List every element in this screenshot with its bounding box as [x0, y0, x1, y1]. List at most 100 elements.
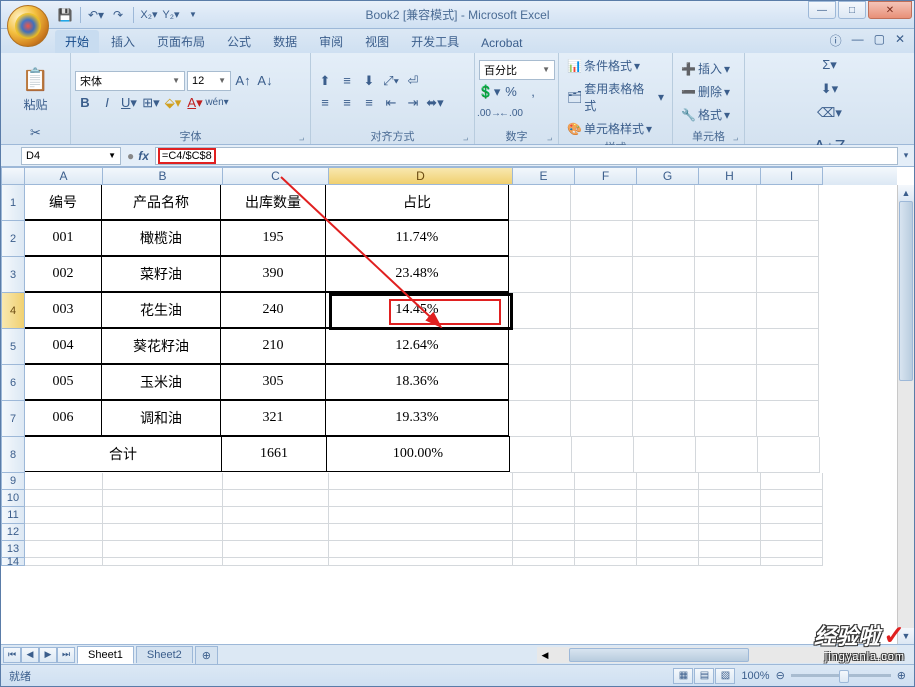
align-right-icon[interactable]: ≡	[359, 93, 379, 113]
tab-formulas[interactable]: 公式	[217, 30, 261, 53]
row-header-2[interactable]: 2	[1, 221, 25, 257]
cell-I13[interactable]	[761, 541, 823, 558]
cell-E1[interactable]	[509, 185, 571, 221]
cell-G8[interactable]	[634, 437, 696, 473]
cell-B5[interactable]: 葵花籽油	[101, 328, 221, 364]
cut-icon[interactable]: ✂	[26, 123, 46, 143]
cell-D8[interactable]: 100.00%	[326, 436, 510, 472]
cell-F10[interactable]	[575, 490, 637, 507]
cell-F4[interactable]	[571, 293, 633, 329]
cell-G6[interactable]	[633, 365, 695, 401]
cell-G1[interactable]	[633, 185, 695, 221]
cell-A12[interactable]	[25, 524, 103, 541]
ribbon-close-button[interactable]: ✕	[892, 32, 908, 49]
cell-H11[interactable]	[699, 507, 761, 524]
cell-H8[interactable]	[696, 437, 758, 473]
cell-D3[interactable]: 23.48%	[325, 256, 509, 292]
cell-E14[interactable]	[513, 558, 575, 566]
sheet-nav-prev-icon[interactable]: ◀	[21, 647, 39, 663]
cell-I8[interactable]	[758, 437, 820, 473]
office-button[interactable]	[7, 5, 49, 47]
cell-C14[interactable]	[223, 558, 329, 566]
cell-styles-button[interactable]: 🎨 单元格样式 ▾	[563, 118, 668, 139]
cell-C6[interactable]: 305	[220, 364, 326, 400]
cell-H5[interactable]	[695, 329, 757, 365]
row-header-11[interactable]: 11	[1, 507, 25, 524]
qat-item[interactable]: Y₂▾	[161, 5, 181, 25]
cell-C8[interactable]: 1661	[221, 436, 327, 472]
col-header-E[interactable]: E	[513, 167, 575, 185]
cell-F8[interactable]	[572, 437, 634, 473]
cell-D6[interactable]: 18.36%	[325, 364, 509, 400]
percent-icon[interactable]: %	[501, 82, 521, 102]
row-header-14[interactable]: 14	[1, 558, 25, 566]
format-cells-button[interactable]: 🔧 格式 ▾	[677, 104, 740, 125]
cell-C7[interactable]: 321	[220, 400, 326, 436]
ribbon-minimize-button[interactable]: —	[849, 32, 867, 49]
insert-cells-button[interactable]: ➕ 插入 ▾	[677, 58, 740, 79]
cell-G13[interactable]	[637, 541, 699, 558]
font-size-combo[interactable]: 12▼	[187, 71, 231, 91]
italic-icon[interactable]: I	[97, 93, 117, 113]
currency-icon[interactable]: 💲▾	[479, 82, 499, 102]
cell-B1[interactable]: 产品名称	[101, 184, 221, 220]
cell-B12[interactable]	[103, 524, 223, 541]
formula-input[interactable]: =C4/$C$8	[155, 147, 898, 165]
name-box[interactable]: D4▼	[21, 147, 121, 165]
border-icon[interactable]: ⊞▾	[141, 93, 161, 113]
bold-icon[interactable]: B	[75, 93, 95, 113]
cell-F14[interactable]	[575, 558, 637, 566]
expand-formula-bar-icon[interactable]: ▾	[898, 150, 914, 161]
cell-A11[interactable]	[25, 507, 103, 524]
tab-developer[interactable]: 开发工具	[401, 30, 469, 53]
minimize-button[interactable]: —	[808, 1, 836, 19]
col-header-I[interactable]: I	[761, 167, 823, 185]
cell-E7[interactable]	[509, 401, 571, 437]
cell-B6[interactable]: 玉米油	[101, 364, 221, 400]
col-header-C[interactable]: C	[223, 167, 329, 185]
cell-C3[interactable]: 390	[220, 256, 326, 292]
new-sheet-button[interactable]: ⊕	[195, 646, 218, 664]
cell-A14[interactable]	[25, 558, 103, 566]
format-as-table-button[interactable]: 🗂 套用表格格式 ▾	[563, 78, 668, 116]
cell-G10[interactable]	[637, 490, 699, 507]
grow-font-icon[interactable]: A↑	[233, 71, 253, 91]
col-header-H[interactable]: H	[699, 167, 761, 185]
cell-B13[interactable]	[103, 541, 223, 558]
align-center-icon[interactable]: ≡	[337, 93, 357, 113]
zoom-out-icon[interactable]: ⊖	[776, 669, 785, 682]
tab-review[interactable]: 审阅	[309, 30, 353, 53]
hscroll-thumb[interactable]	[569, 648, 749, 662]
sheet-nav-next-icon[interactable]: ▶	[39, 647, 57, 663]
cell-D11[interactable]	[329, 507, 513, 524]
row-header-9[interactable]: 9	[1, 473, 25, 490]
cell-D5[interactable]: 12.64%	[325, 328, 509, 364]
cell-C10[interactable]	[223, 490, 329, 507]
cell-A13[interactable]	[25, 541, 103, 558]
cell-F3[interactable]	[571, 257, 633, 293]
cell-A4[interactable]: 003	[24, 292, 102, 328]
cell-E6[interactable]	[509, 365, 571, 401]
tab-insert[interactable]: 插入	[101, 30, 145, 53]
tab-acrobat[interactable]: Acrobat	[471, 33, 532, 53]
cell-G5[interactable]	[633, 329, 695, 365]
help-icon[interactable]: ⓘ	[827, 32, 845, 49]
cell-I5[interactable]	[757, 329, 819, 365]
fill-icon[interactable]: ⬇▾	[820, 79, 840, 99]
cell-F5[interactable]	[571, 329, 633, 365]
row-header-12[interactable]: 12	[1, 524, 25, 541]
cell-C13[interactable]	[223, 541, 329, 558]
paste-button[interactable]: 📋 粘贴	[12, 55, 60, 121]
merge-icon[interactable]: ⬌▾	[425, 93, 445, 113]
cell-D12[interactable]	[329, 524, 513, 541]
cell-D13[interactable]	[329, 541, 513, 558]
tab-pagelayout[interactable]: 页面布局	[147, 30, 215, 53]
cancel-formula-icon[interactable]: ●	[127, 149, 134, 163]
sheet-tab-sheet2[interactable]: Sheet2	[136, 646, 193, 663]
cell-D14[interactable]	[329, 558, 513, 566]
cell-C5[interactable]: 210	[220, 328, 326, 364]
scroll-up-icon[interactable]: ▲	[898, 185, 914, 201]
sheet-nav-last-icon[interactable]: ⏭	[57, 647, 75, 663]
cell-D9[interactable]	[329, 473, 513, 490]
cell-H12[interactable]	[699, 524, 761, 541]
